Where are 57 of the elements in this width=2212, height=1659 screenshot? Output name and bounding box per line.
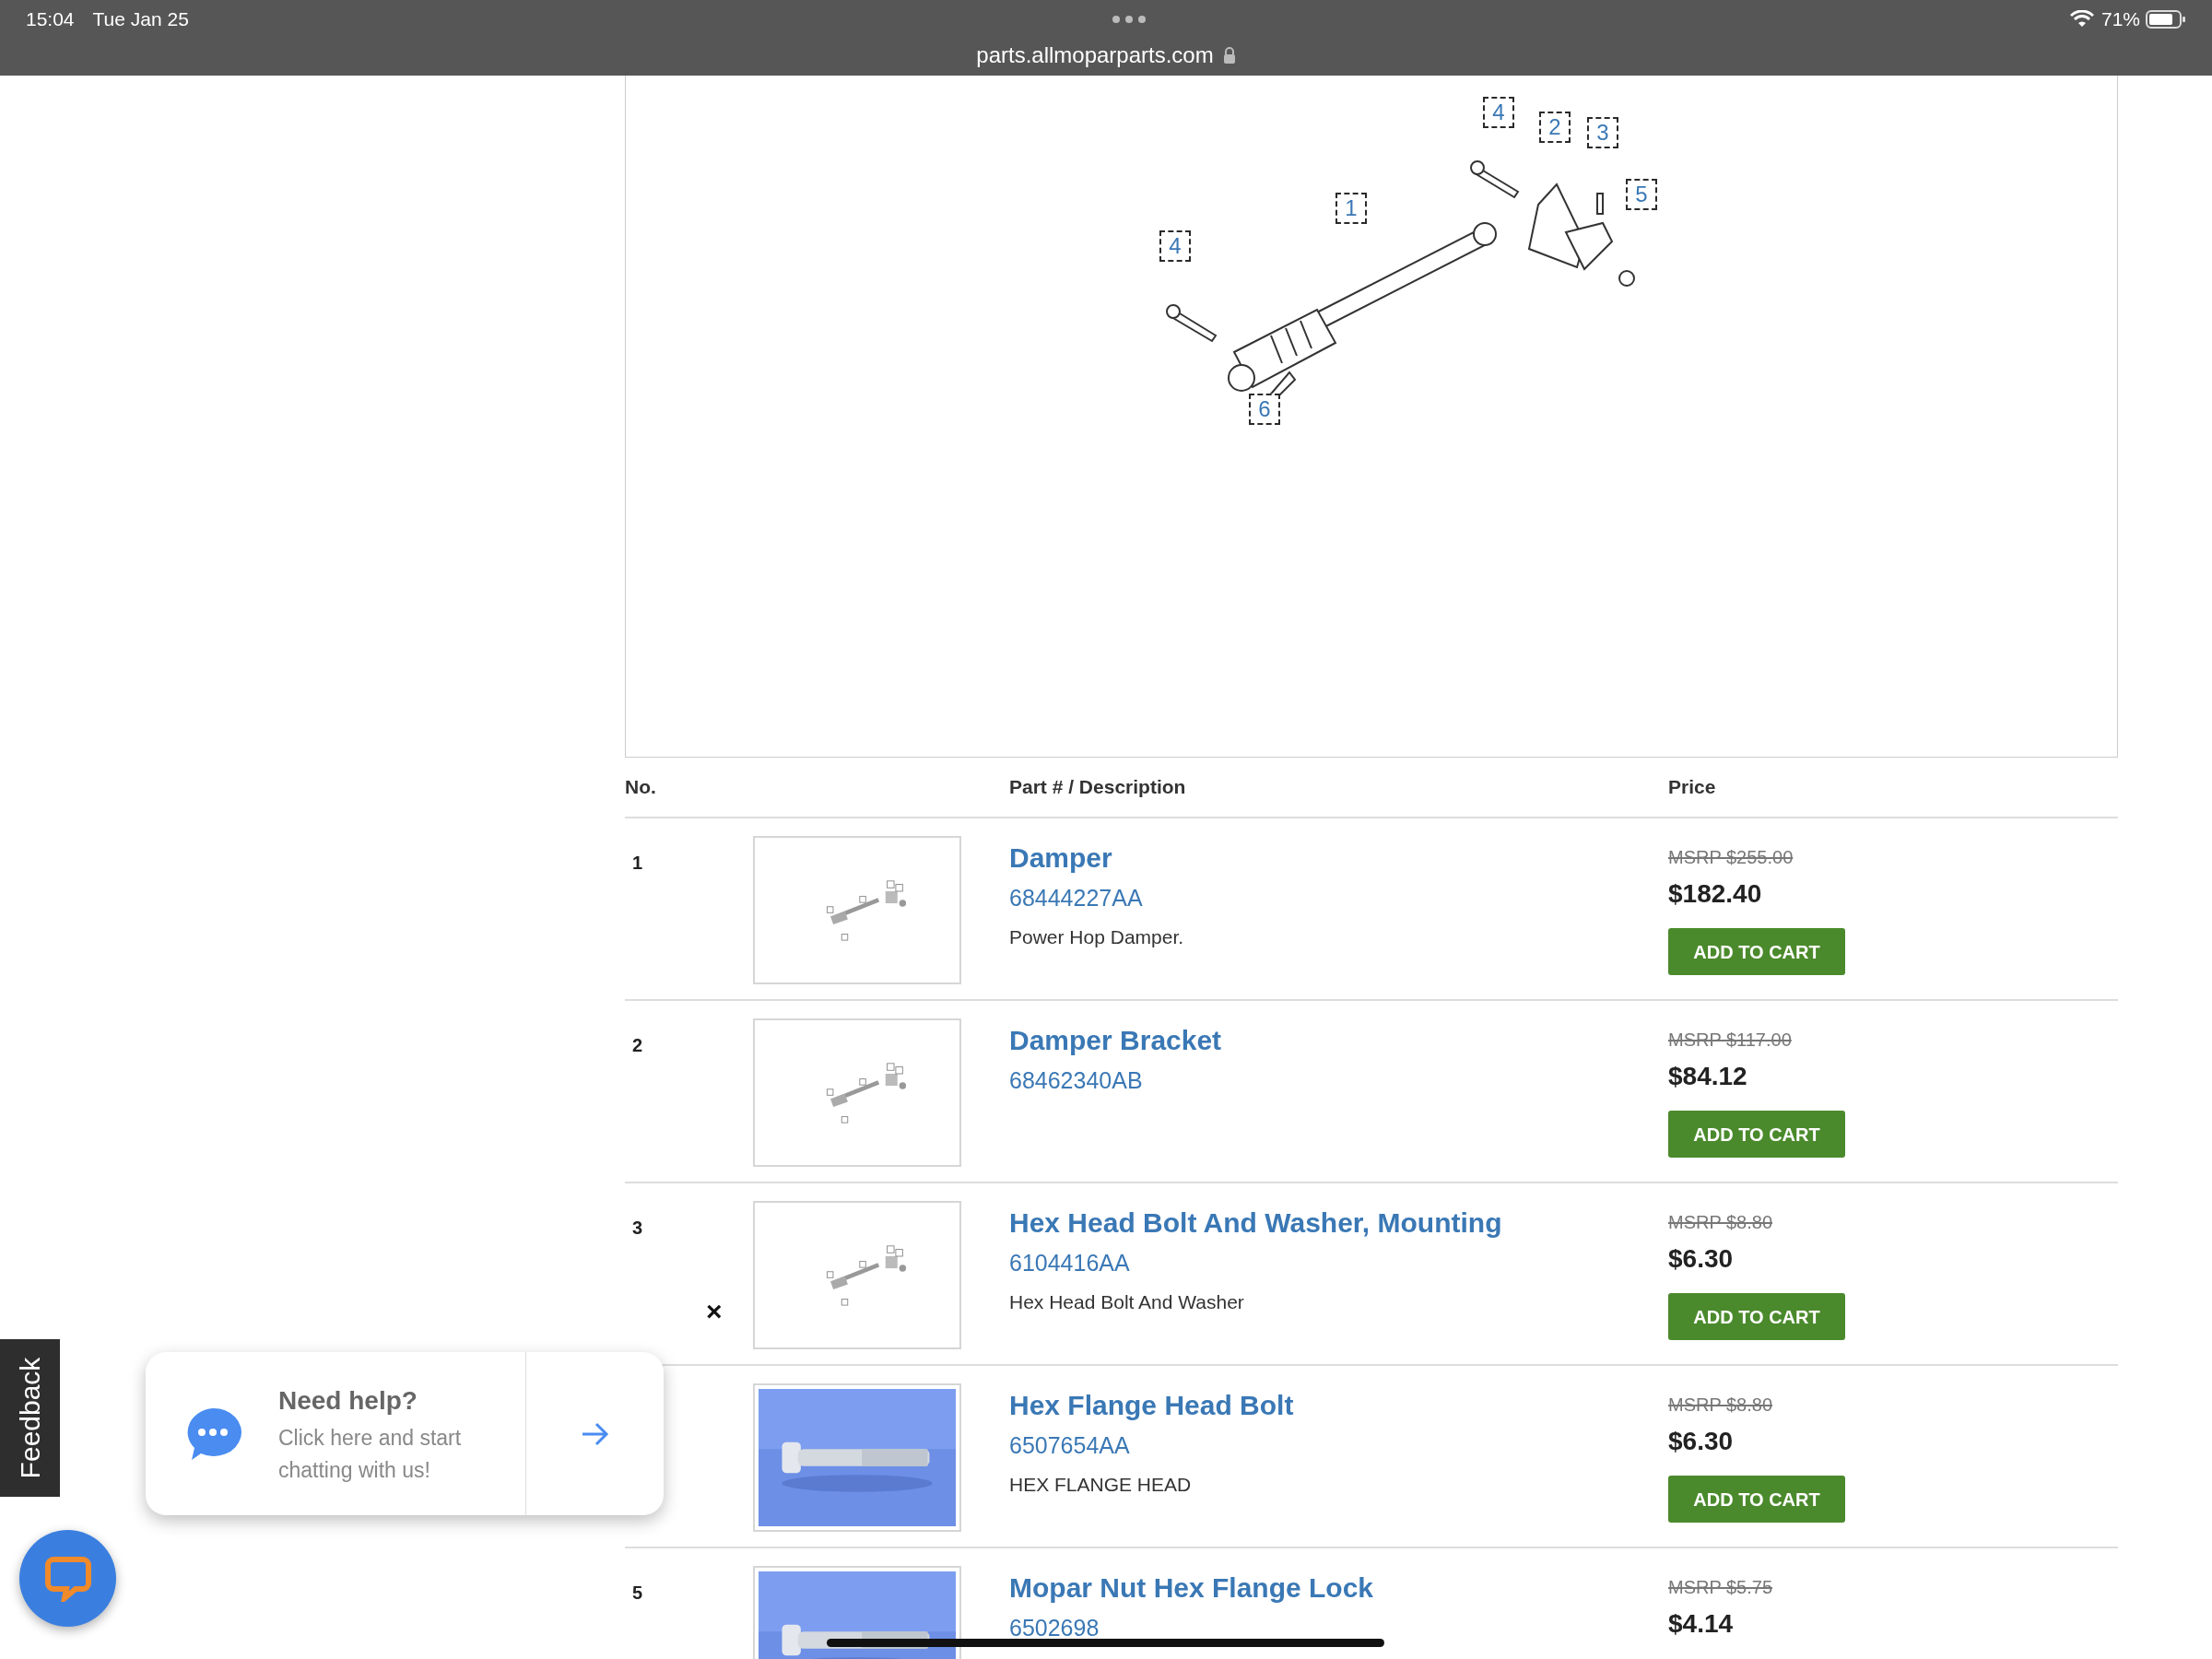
battery-percent: 71% [2100,7,2140,32]
msrp-price: MSRP $8.80 [1668,1394,1773,1417]
feedback-tab[interactable]: Feedback [0,1339,60,1497]
part-number-link[interactable]: 68444227AA [1009,884,1143,912]
chat-title: Need help? [278,1384,418,1417]
add-to-cart-button[interactable]: ADD TO CART [1668,1293,1845,1340]
add-to-cart-button[interactable]: ADD TO CART [1668,1476,1845,1523]
chat-bubble-icon [43,1555,92,1602]
sale-price: $6.30 [1668,1426,1734,1457]
add-to-cart-button[interactable]: ADD TO CART [1668,928,1845,975]
part-description: HEX FLANGE HEAD [1009,1473,1192,1497]
part-title-link[interactable]: Damper Bracket [1009,1024,1222,1057]
callout-label[interactable]: 4 [1483,97,1514,128]
part-description: Hex Head Bolt And Washer [1009,1290,1244,1314]
arrow-right-icon [580,1420,610,1447]
sale-price: $84.12 [1668,1061,1747,1092]
status-date: Tue Jan 25 [92,7,189,32]
add-to-cart-button[interactable]: ADD TO CART [1668,1111,1845,1158]
row-number: 5 [632,1583,643,1603]
wifi-icon [2069,10,2094,29]
part-number-link[interactable]: 6502698 [1009,1614,1100,1641]
chat-popup[interactable]: Need help? Click here and start chatting with us! [146,1352,664,1515]
msrp-price: MSRP $255.00 [1668,846,1794,869]
msrp-price: MSRP $117.00 [1668,1029,1792,1052]
column-header: Part # / Description [1009,775,1187,800]
callout-label[interactable]: 4 [1159,230,1191,262]
row-number: 1 [632,853,643,873]
column-header: Price [1668,775,1716,800]
battery-icon [2146,10,2186,29]
url-text[interactable]: parts.allmoparparts.com [976,39,1214,72]
callout-label[interactable]: 1 [1335,193,1367,224]
chat-message: Click here and start chatting with us! [278,1424,463,1484]
part-title-link[interactable]: Hex Flange Head Bolt [1009,1389,1294,1422]
callout-label[interactable]: 3 [1587,117,1618,148]
part-title-link[interactable]: Damper [1009,841,1112,875]
column-header: No. [625,775,657,800]
msrp-price: MSRP $8.80 [1668,1211,1773,1234]
chat-launcher-button[interactable] [19,1530,116,1627]
part-title-link[interactable]: Mopar Nut Hex Flange Lock [1009,1571,1374,1605]
more-dots-icon [1112,15,1147,24]
part-title-link[interactable]: Hex Head Bolt And Washer, Mounting [1009,1206,1502,1240]
row-number: 2 [632,1035,643,1055]
part-number-link[interactable]: 6104416AA [1009,1249,1130,1277]
callout-label[interactable]: 6 [1249,394,1280,425]
sale-price: $182.40 [1668,878,1762,910]
msrp-price: MSRP $5.75 [1668,1576,1773,1599]
row-number: 3 [632,1218,643,1238]
sale-price: $4.14 [1668,1608,1734,1640]
callout-label[interactable]: 5 [1626,179,1657,210]
status-time: 15:04 [26,7,75,32]
close-button[interactable]: × [706,1290,723,1332]
part-description: Power Hop Damper. [1009,925,1184,949]
lock-icon [1222,47,1236,64]
callout-label[interactable]: 2 [1539,112,1571,143]
part-number-link[interactable]: 6507654AA [1009,1431,1130,1459]
part-number-link[interactable]: 68462340AB [1009,1066,1143,1094]
sale-price: $6.30 [1668,1243,1734,1275]
